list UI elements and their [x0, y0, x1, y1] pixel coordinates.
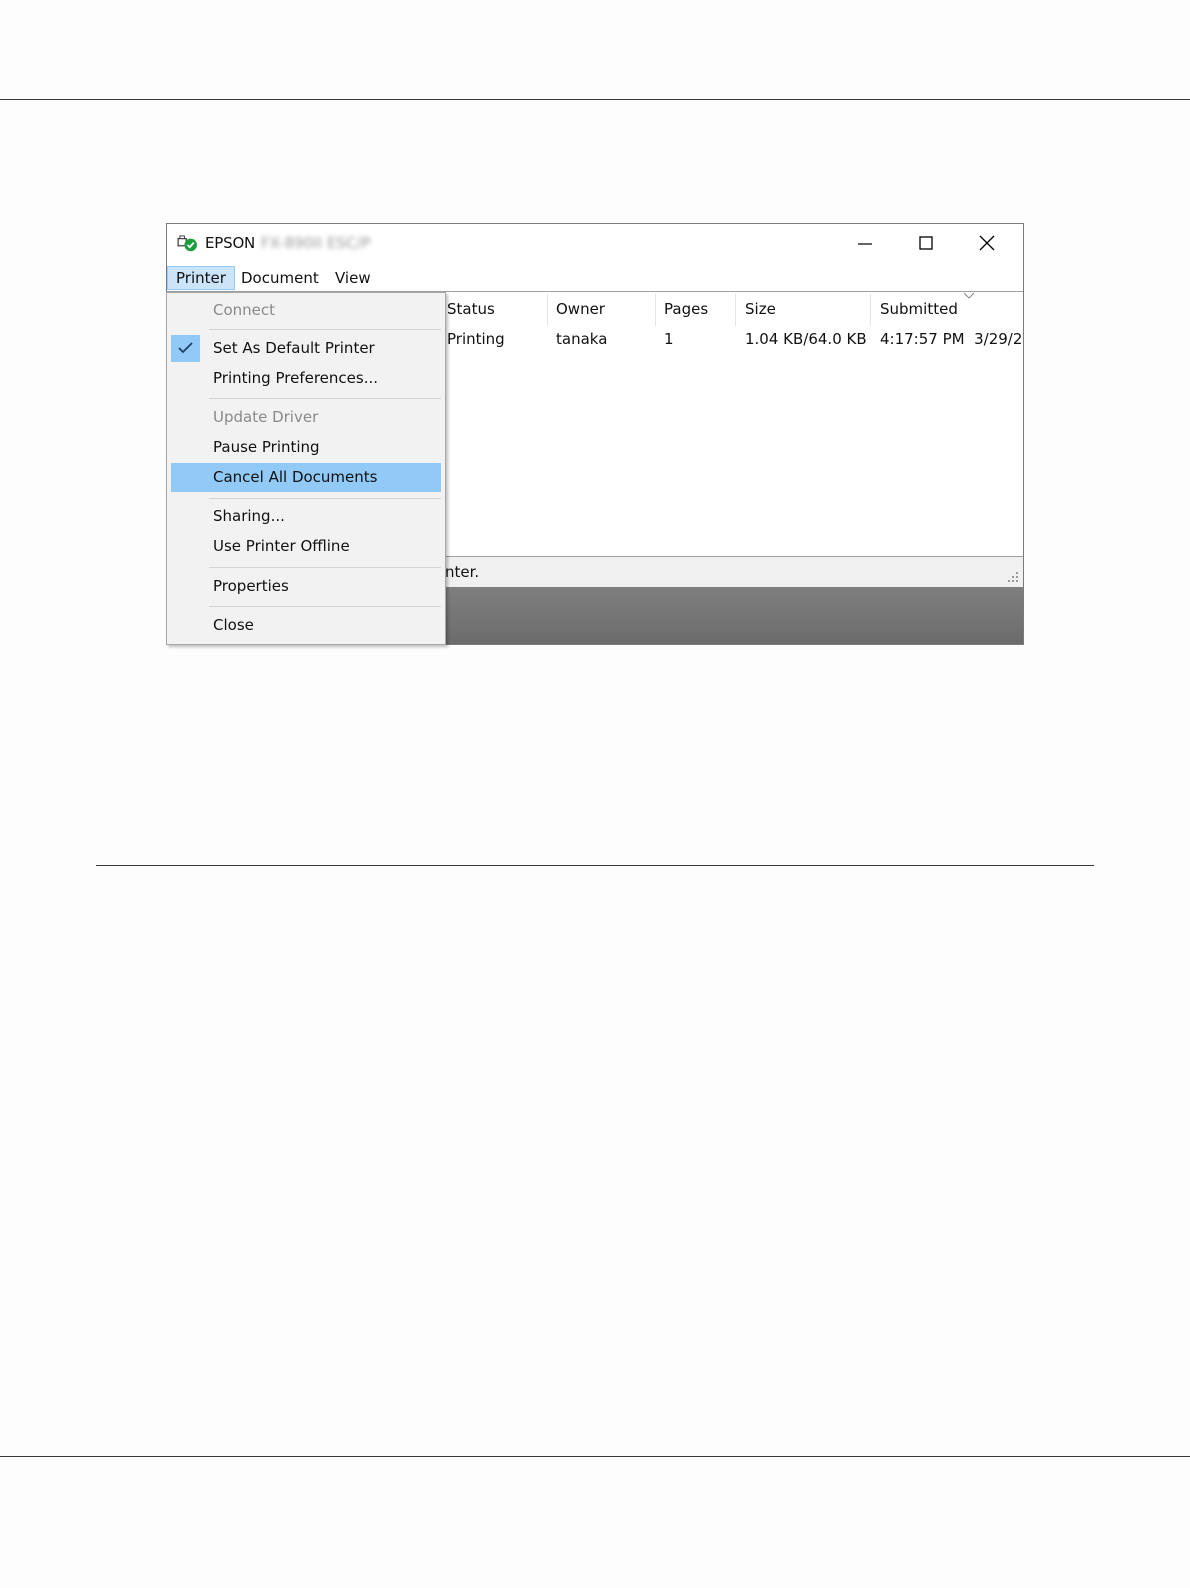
- menu-item-label: Pause Printing: [213, 438, 320, 456]
- menu-printer[interactable]: Printer: [167, 266, 235, 290]
- job-status[interactable]: Printing: [447, 330, 505, 348]
- column-header-size[interactable]: Size: [745, 300, 776, 318]
- status-text: nter.: [445, 563, 480, 581]
- menu-view[interactable]: View: [327, 266, 379, 290]
- close-icon: [979, 235, 995, 251]
- menu-item-pause-printing[interactable]: Pause Printing: [171, 433, 441, 462]
- window-title-model: FX-890II ESC/P: [261, 234, 371, 252]
- menu-item-label: Printing Preferences...: [213, 369, 378, 387]
- menu-item-label: Sharing...: [213, 507, 285, 525]
- menu-item-label: Use Printer Offline: [213, 537, 350, 555]
- page-bottom-rule: [0, 1456, 1190, 1457]
- menu-document[interactable]: Document: [233, 266, 327, 290]
- menu-item-label: Close: [213, 616, 254, 634]
- column-separator[interactable]: [547, 294, 548, 326]
- column-header-status[interactable]: Status: [447, 300, 495, 318]
- menu-item-label: Set As Default Printer: [213, 339, 375, 357]
- checkmark-box: [171, 335, 200, 362]
- menu-item-properties[interactable]: Properties: [171, 572, 441, 601]
- menu-separator: [209, 498, 441, 499]
- minimize-icon: [858, 243, 872, 245]
- job-owner[interactable]: tanaka: [556, 330, 607, 348]
- menu-item-label: Update Driver: [213, 408, 319, 426]
- menu-item-label: Cancel All Documents: [213, 468, 378, 486]
- menu-item-label: Properties: [213, 577, 289, 595]
- menu-separator: [209, 329, 441, 330]
- title-bar: EPSON FX-890II ESC/P: [167, 224, 1023, 264]
- maximize-button[interactable]: [896, 224, 956, 264]
- job-submitted[interactable]: 4:17:57 PM 3/29/20: [880, 330, 1023, 348]
- job-size[interactable]: 1.04 KB/64.0 KB: [745, 330, 867, 348]
- menu-item-label: Connect: [213, 301, 276, 319]
- menu-item-sharing[interactable]: Sharing...: [171, 502, 441, 531]
- column-header-submitted[interactable]: Submitted: [880, 300, 958, 318]
- column-separator[interactable]: [735, 294, 736, 326]
- menu-separator: [209, 567, 441, 568]
- menu-item-close[interactable]: Close: [171, 611, 441, 640]
- menu-item-cancel-all-documents[interactable]: Cancel All Documents: [171, 463, 441, 492]
- menu-bar: Printer Document View: [167, 266, 1023, 290]
- page-top-rule: [0, 99, 1190, 100]
- close-button[interactable]: [957, 224, 1017, 264]
- window-title: EPSON: [205, 234, 256, 252]
- menu-item-use-printer-offline[interactable]: Use Printer Offline: [171, 532, 441, 561]
- column-header-pages[interactable]: Pages: [664, 300, 708, 318]
- printer-menu-dropdown: Connect Set As Default Printer Printing …: [166, 292, 446, 645]
- resize-grip-icon[interactable]: [1007, 571, 1019, 583]
- menu-item-set-default-printer[interactable]: Set As Default Printer: [171, 334, 441, 363]
- menu-item-printing-preferences[interactable]: Printing Preferences...: [171, 364, 441, 393]
- column-separator[interactable]: [655, 294, 656, 326]
- sort-chevron-down-icon: [963, 292, 975, 299]
- section-divider-rule: [96, 865, 1094, 866]
- menu-item-update-driver[interactable]: Update Driver: [171, 403, 441, 432]
- column-header-owner[interactable]: Owner: [556, 300, 605, 318]
- job-pages[interactable]: 1: [664, 330, 674, 348]
- minimize-button[interactable]: [835, 224, 895, 264]
- menu-separator: [209, 398, 441, 399]
- menu-separator: [209, 606, 441, 607]
- column-separator[interactable]: [870, 294, 871, 326]
- menu-item-connect[interactable]: Connect: [171, 296, 441, 325]
- printer-status-icon: [177, 235, 197, 252]
- checkmark-icon: [178, 342, 193, 354]
- maximize-icon: [919, 236, 933, 250]
